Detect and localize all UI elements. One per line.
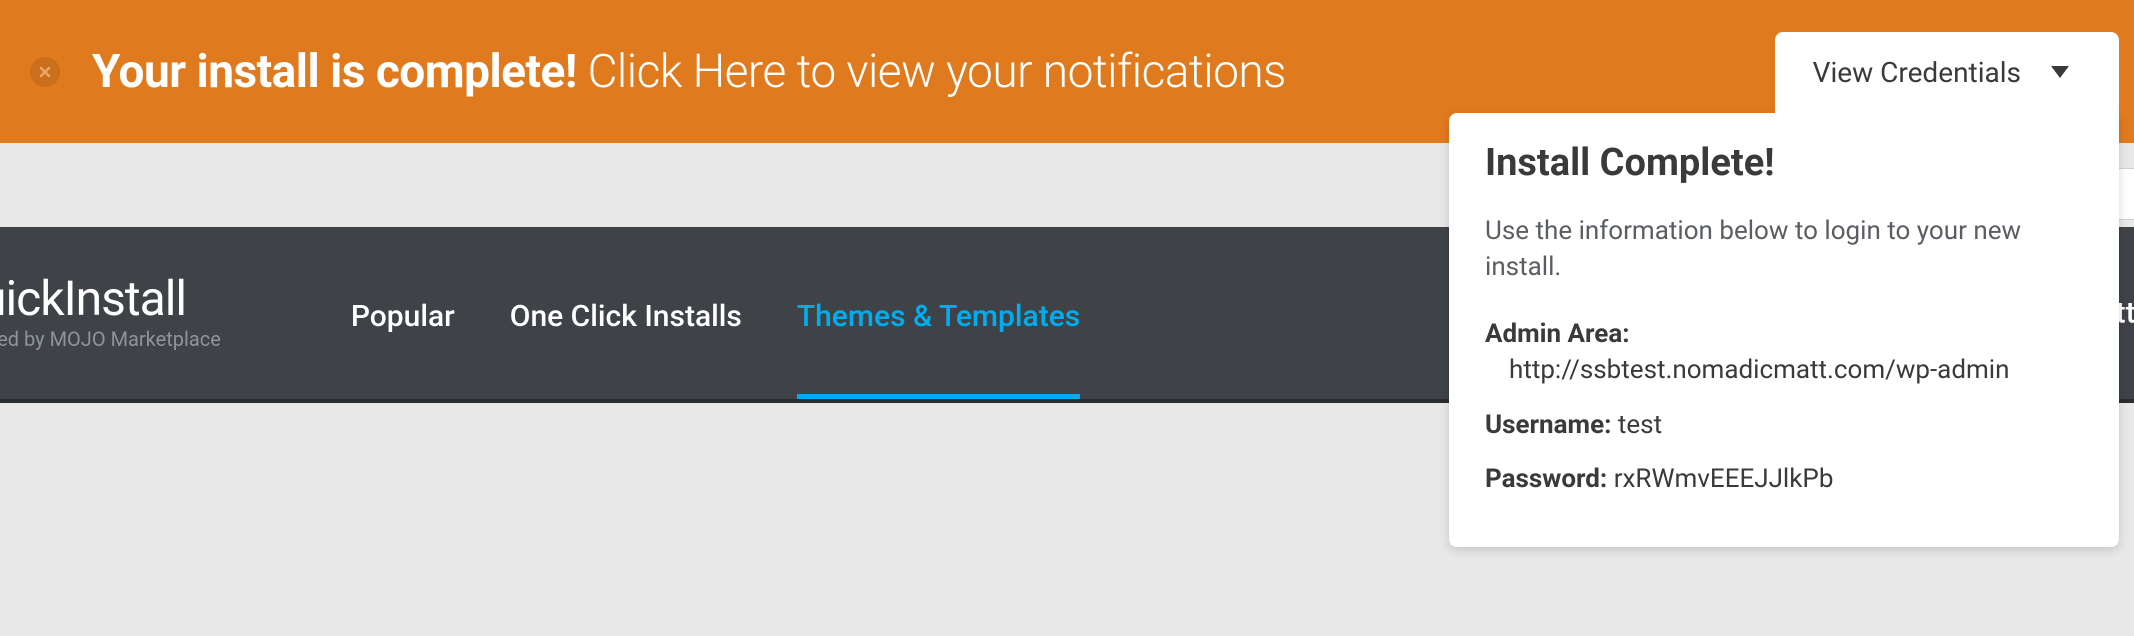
credentials-tab-label: View Credentials [1813, 56, 2021, 89]
chevron-down-icon [2049, 64, 2071, 82]
admin-area-label: Admin Area: [1485, 319, 1630, 349]
brand-title: uickInstall [0, 275, 221, 323]
notification-normal: Click Here to view your notifications [588, 45, 1286, 99]
password-label: Password: [1485, 464, 1607, 494]
view-credentials-button[interactable]: View Credentials [1775, 32, 2119, 113]
brand-block: uickInstall ered by MOJO Marketplace [0, 275, 221, 351]
nav-item-themes[interactable]: Themes & Templates [797, 227, 1080, 399]
username-value: test [1618, 410, 1662, 440]
credentials-instructions: Use the information below to login to yo… [1485, 213, 2083, 286]
nav-item-popular[interactable]: Popular [351, 227, 455, 399]
admin-area-url[interactable]: http://ssbtest.nomadicmatt.com/wp-admin [1485, 352, 2083, 388]
password-value: rxRWmvEEEJJlkPb [1614, 464, 1834, 494]
credentials-heading: Install Complete! [1485, 141, 2083, 185]
username-row: Username: test [1485, 407, 2083, 443]
notification-bold: Your install is complete! [92, 45, 577, 99]
brand-subtitle: ered by MOJO Marketplace [0, 327, 221, 351]
notification-text[interactable]: Your install is complete! Click Here to … [92, 45, 1286, 99]
close-icon[interactable] [30, 57, 60, 87]
password-row: Password: rxRWmvEEEJJlkPb [1485, 461, 2083, 497]
nav-items: Popular One Click Installs Themes & Temp… [351, 227, 1135, 399]
admin-area-row: Admin Area: http://ssbtest.nomadicmatt.c… [1485, 316, 2083, 389]
credentials-panel: Install Complete! Use the information be… [1449, 113, 2119, 547]
username-label: Username: [1485, 410, 1611, 440]
nav-item-one-click[interactable]: One Click Installs [510, 227, 742, 399]
